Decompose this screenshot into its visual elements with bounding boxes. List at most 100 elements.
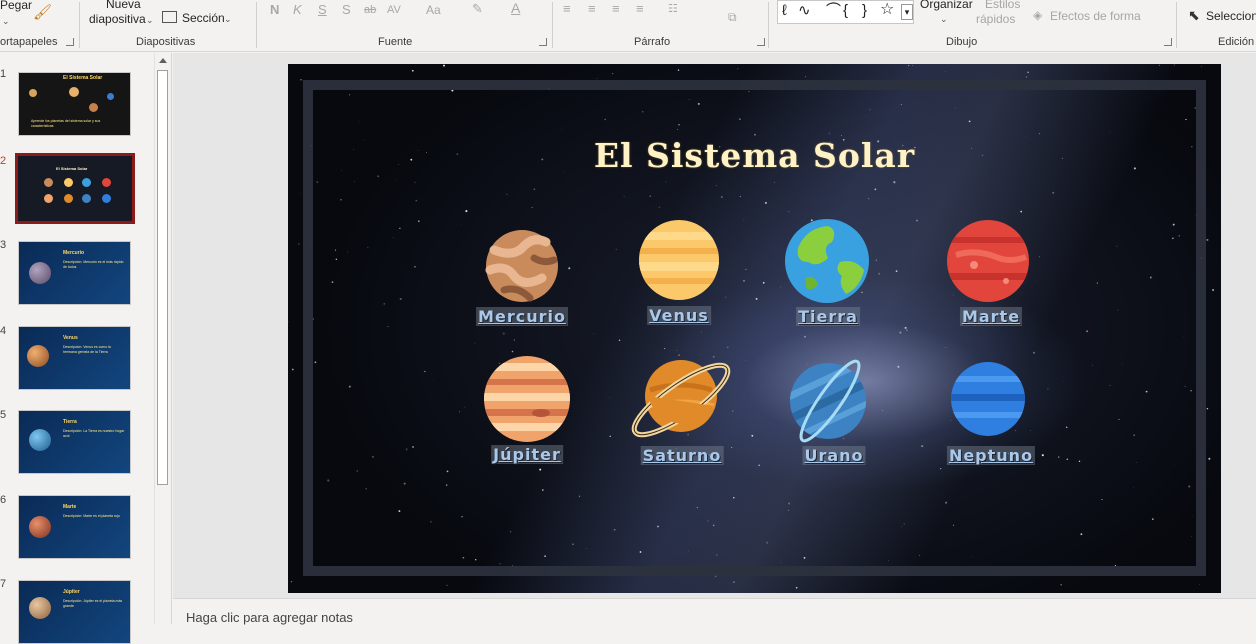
smartart-icon[interactable]: ⧉ [728,10,737,24]
chevron-down-icon[interactable]: ⌄ [2,14,10,28]
align-center-icon[interactable]: ≡ [588,2,596,16]
underline-button[interactable]: S [318,3,327,17]
venus-icon[interactable] [637,218,721,302]
star [1060,584,1062,586]
divider [768,2,769,48]
strikethrough-button[interactable]: ab [364,3,376,17]
star [908,65,909,66]
slide-thumbnail-2[interactable]: El Sistema Solar [16,154,134,223]
shape-effects-icon[interactable]: ◈ [1033,8,1042,22]
quick-styles-label[interactable]: Estilos [985,0,1020,11]
star [912,65,913,66]
slide-number: 7 [0,578,6,590]
curve-icon[interactable]: ∿ [798,4,811,18]
star [1027,72,1029,74]
arc-icon[interactable]: ⌒ [826,4,841,18]
cursor-icon[interactable]: ⬉ [1188,8,1200,22]
thumbnails-scrollbar[interactable] [154,53,170,624]
star [733,581,735,583]
chevron-down-icon[interactable]: ⌄ [940,12,948,26]
quick-styles-button[interactable]: rápidos [976,12,1015,26]
editing-group-label: Edición [1218,36,1254,48]
new-slide-button[interactable]: diapositiva [89,12,146,26]
columns-icon[interactable]: ☷ [668,2,678,16]
notes-pane[interactable]: Haga clic para agregar notas [173,598,1256,624]
select-button[interactable]: Seleccion [1206,9,1256,23]
star [292,369,294,371]
notes-placeholder[interactable]: Haga clic para agregar notas [186,610,353,625]
arrange-button[interactable]: Organizar [920,0,973,11]
mars-icon[interactable] [946,219,1030,303]
slide-number: 3 [0,239,6,251]
align-right-icon[interactable]: ≡ [612,2,620,16]
scrollbar-thumb[interactable] [157,70,168,485]
mercury-icon[interactable] [484,228,560,304]
planet-label[interactable]: Mercurio [476,307,568,326]
paragraph-launcher-icon[interactable] [757,38,765,46]
slide-canvas[interactable]: El Sistema Solar Mercurio Venus [288,64,1221,593]
font-color-icon[interactable]: A [511,1,520,15]
star [1174,65,1175,66]
slide-number: 5 [0,409,6,421]
font-group-label: Fuente [378,36,412,48]
format-painter-icon[interactable]: 🖌 [33,6,52,20]
planet-label[interactable]: Venus [647,306,711,325]
slide-number: 1 [0,68,6,80]
slide-number: 6 [0,494,6,506]
justify-icon[interactable]: ≡ [636,2,644,16]
star-icon[interactable]: ☆ [880,3,894,17]
planet-label[interactable]: Neptuno [947,446,1035,465]
slide-thumbnail-5[interactable]: Tierra Descripción: La Tierra es nuestro… [18,410,131,474]
highlight-icon[interactable]: ✎ [472,2,483,16]
slide-title[interactable]: El Sistema Solar [288,136,1221,175]
slide-thumbnail-1[interactable]: El Sistema Solar Aprende los planetas de… [18,72,131,136]
clipboard-launcher-icon[interactable] [66,38,74,46]
section-button[interactable]: Sección [182,11,225,25]
jupiter-icon[interactable] [483,355,571,443]
section-icon[interactable] [162,11,177,23]
clipboard-group-label: ortapapeles [0,36,58,48]
change-case-button[interactable]: Aa [426,3,441,17]
star [945,71,946,72]
font-launcher-icon[interactable] [539,38,547,46]
drawing-launcher-icon[interactable] [1164,38,1172,46]
bold-button[interactable]: N [270,3,279,17]
planet-label[interactable]: Tierra [796,307,860,326]
star [412,70,414,72]
brace-left-icon[interactable]: { [843,4,848,18]
slide-thumbnail-6[interactable]: Marte Descripción: Marte es el planeta r… [18,495,131,559]
shape-effects-button[interactable]: Efectos de forma [1050,9,1141,23]
brace-right-icon[interactable]: } [862,4,867,18]
slide-thumbnail-7[interactable]: Júpiter Descripción: Júpiter es el plane… [18,580,131,644]
slide-number: 4 [0,325,6,337]
paste-button[interactable]: Pegar [0,0,32,12]
neptune-icon[interactable] [949,360,1027,438]
shadow-button[interactable]: S [342,3,351,17]
divider [1176,2,1177,48]
scroll-up-icon[interactable] [159,58,167,63]
planet-label[interactable]: Júpiter [491,445,563,464]
star [612,73,613,74]
star [298,243,300,245]
star [596,78,597,79]
saturn-icon[interactable] [626,350,736,444]
slides-group-label: Diapositivas [136,36,195,48]
slide-thumbnails-pane: 1 El Sistema Solar Aprende los planetas … [0,53,172,624]
new-slide-label[interactable]: Nueva [106,0,141,11]
planet-label[interactable]: Marte [960,307,1022,326]
slide-thumbnail-3[interactable]: Mercurio Descripción: Mercurio es el más… [18,241,131,305]
planet-label[interactable]: Urano [802,446,865,465]
slide-thumbnail-4[interactable]: Venus Descripción: Venus es como la herm… [18,326,131,390]
freeform-icon[interactable]: ℓ [782,4,787,18]
uranus-icon[interactable] [786,355,874,443]
gallery-more-icon[interactable]: ▾ [901,4,913,20]
star [1199,584,1200,585]
align-left-icon[interactable]: ≡ [563,2,571,16]
chevron-down-icon[interactable]: ⌄ [146,13,154,27]
chevron-down-icon[interactable]: ⌄ [224,12,232,26]
planet-label[interactable]: Saturno [641,446,724,465]
character-spacing-button[interactable]: AV [387,3,401,17]
earth-icon[interactable] [784,218,870,304]
italic-button[interactable]: K [293,3,302,17]
star [738,69,739,70]
